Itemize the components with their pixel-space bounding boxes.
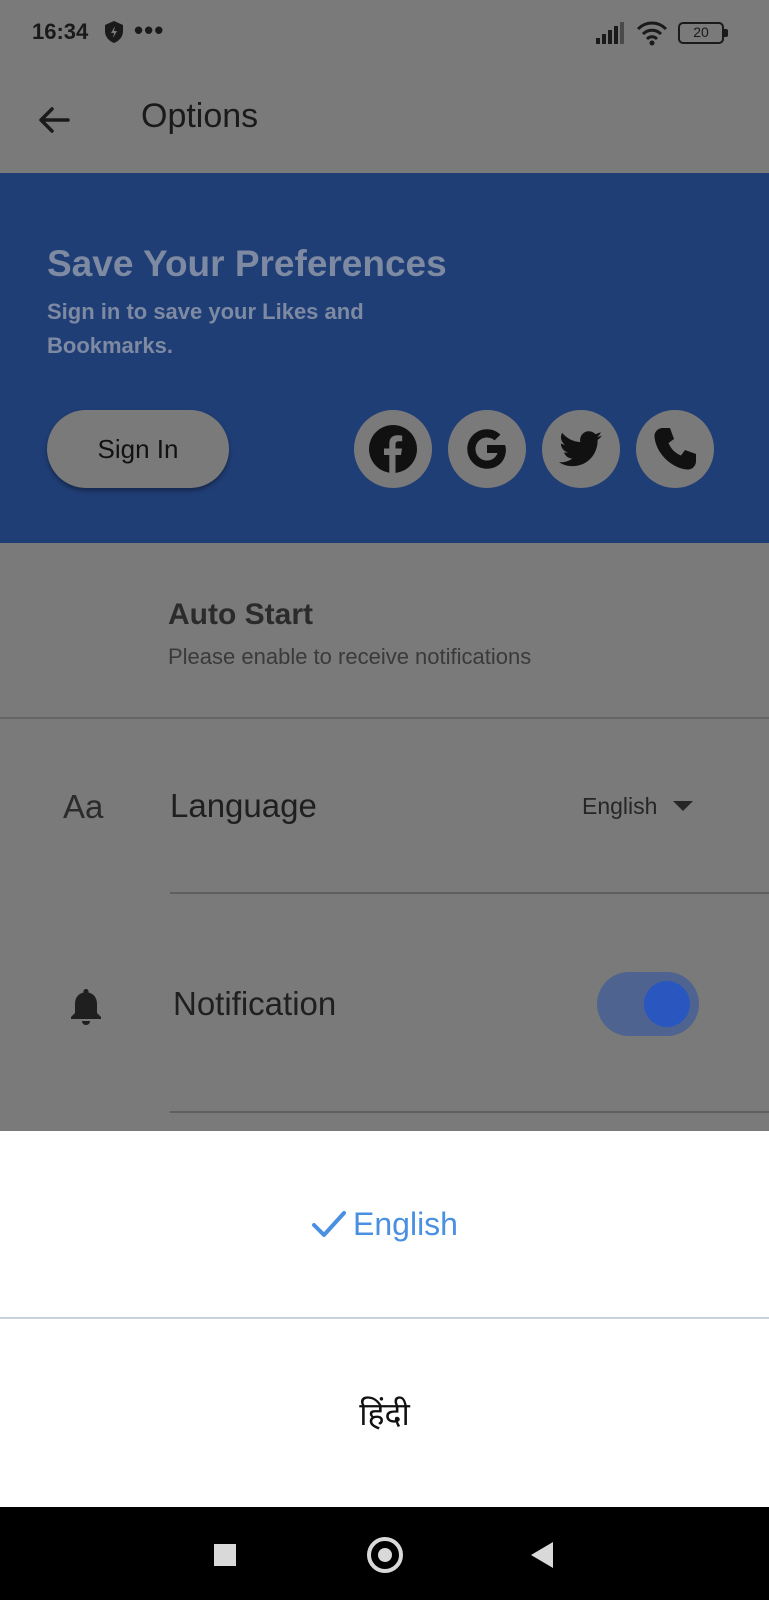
- language-option-label: English: [353, 1205, 458, 1242]
- shield-icon: [105, 21, 123, 43]
- language-option-english[interactable]: English: [0, 1131, 769, 1317]
- language-option-hindi[interactable]: हिंदी: [0, 1319, 769, 1507]
- bell-icon: [71, 989, 101, 1025]
- language-dropdown-value[interactable]: English: [582, 793, 657, 820]
- twitter-icon: [559, 431, 602, 467]
- sign-in-button[interactable]: Sign In: [47, 410, 229, 488]
- battery-icon: 20: [678, 22, 728, 46]
- app-bar: Options: [0, 70, 769, 173]
- phone-login-button[interactable]: [636, 410, 714, 488]
- recents-icon[interactable]: [214, 1544, 236, 1566]
- status-time: 16:34: [32, 19, 89, 44]
- phone-icon: [654, 428, 696, 470]
- language-label: Language: [170, 787, 317, 824]
- banner-title: Save Your Preferences: [47, 243, 447, 284]
- sign-in-banner: Save Your Preferences Sign in to save yo…: [0, 173, 769, 543]
- twitter-login-button[interactable]: [542, 410, 620, 488]
- check-icon: [312, 1211, 347, 1237]
- banner-subtitle: Sign in to save your Likes and Bookmarks…: [47, 299, 364, 358]
- wifi-icon: [636, 21, 668, 46]
- language-picker-sheet: English हिंदी: [0, 1131, 769, 1507]
- auto-start-title: Auto Start: [168, 598, 313, 631]
- auto-start-subtitle: Please enable to receive notifications: [168, 644, 532, 669]
- arrow-left-icon[interactable]: [34, 100, 74, 140]
- system-nav-bar: [0, 1507, 769, 1600]
- home-icon[interactable]: [367, 1537, 403, 1573]
- notification-toggle[interactable]: [597, 972, 699, 1036]
- back-icon[interactable]: [531, 1542, 553, 1568]
- divider: [170, 1111, 769, 1113]
- facebook-icon: [369, 425, 417, 473]
- facebook-login-button[interactable]: [354, 410, 432, 488]
- google-icon: [467, 429, 506, 469]
- toggle-thumb: [644, 981, 690, 1027]
- notification-label: Notification: [173, 985, 337, 1022]
- status-bar: 16:34 ••• 20: [0, 0, 769, 70]
- divider: [170, 892, 769, 894]
- caret-down-icon[interactable]: [673, 801, 693, 811]
- auto-start-setting[interactable]: Auto Start Please enable to receive noti…: [0, 543, 769, 718]
- font-size-icon: Aa: [63, 788, 104, 825]
- divider: [0, 717, 769, 719]
- google-login-button[interactable]: [448, 410, 526, 488]
- signal-icon: [596, 22, 624, 44]
- more-notifications-icon: •••: [134, 15, 165, 45]
- page-title: Options: [141, 97, 259, 135]
- battery-level: 20: [693, 24, 709, 40]
